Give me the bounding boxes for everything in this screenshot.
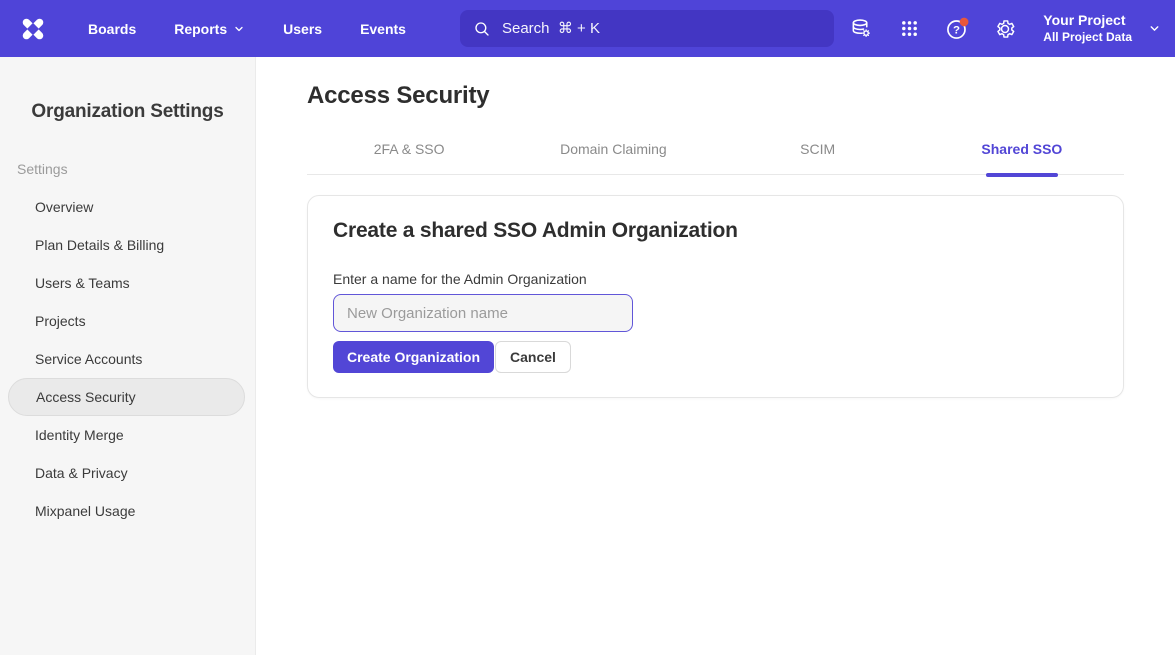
org-name-field-label: Enter a name for the Admin Organization [333,271,1098,287]
settings-gear-icon[interactable] [985,9,1025,49]
create-organization-button[interactable]: Create Organization [333,341,494,373]
nav-item-boards[interactable]: Boards [88,21,136,37]
sidebar-item-service-accounts[interactable]: Service Accounts [0,340,255,378]
tab-scim[interactable]: SCIM [716,141,920,174]
shared-sso-card: Create a shared SSO Admin Organization E… [307,195,1124,398]
sidebar-item-access-security[interactable]: Access Security [8,378,245,416]
nav-item-reports[interactable]: Reports [174,21,245,37]
sidebar-item-data-privacy[interactable]: Data & Privacy [0,454,255,492]
nav-item-events[interactable]: Events [360,21,406,37]
chevron-down-icon [1148,22,1161,35]
navbar-actions: ? Your Project All Project Data [841,9,1161,49]
apps-grid-icon[interactable] [889,9,929,49]
data-management-icon[interactable] [841,9,881,49]
primary-nav: Boards Reports Users Events [88,21,406,37]
sidebar-item-plan-details-billing[interactable]: Plan Details & Billing [0,226,255,264]
nav-item-reports-label: Reports [174,21,227,37]
card-title: Create a shared SSO Admin Organization [333,219,1098,243]
top-navbar: Boards Reports Users Events [0,0,1175,57]
project-switcher[interactable]: Your Project All Project Data [1043,12,1161,46]
org-name-input[interactable] [333,294,633,332]
access-security-tabs: 2FA & SSO Domain Claiming SCIM Shared SS… [307,141,1124,175]
page-title: Access Security [307,82,1124,110]
sidebar-item-users-teams[interactable]: Users & Teams [0,264,255,302]
svg-text:?: ? [953,25,960,37]
sidebar-items: Overview Plan Details & Billing Users & … [0,188,255,530]
mixpanel-logo-icon [19,15,47,43]
project-name: Your Project [1043,12,1132,30]
sidebar-item-mixpanel-usage[interactable]: Mixpanel Usage [0,492,255,530]
sidebar-section-label: Settings [17,161,255,177]
help-icon[interactable]: ? [937,9,977,49]
card-actions: Create Organization Cancel [333,341,1098,373]
sidebar-item-projects[interactable]: Projects [0,302,255,340]
sidebar-title: Organization Settings [0,101,255,123]
settings-sidebar: Organization Settings Settings Overview … [0,57,256,655]
tab-shared-sso[interactable]: Shared SSO [920,141,1124,174]
chevron-down-icon [233,23,245,35]
global-search[interactable] [460,10,834,47]
cancel-button[interactable]: Cancel [495,341,571,373]
notification-dot [959,18,968,27]
search-icon [473,20,491,38]
tab-2fa-sso[interactable]: 2FA & SSO [307,141,511,174]
sidebar-item-overview[interactable]: Overview [0,188,255,226]
sidebar-item-identity-merge[interactable]: Identity Merge [0,416,255,454]
nav-item-users[interactable]: Users [283,21,322,37]
project-data-scope: All Project Data [1043,30,1132,45]
mixpanel-logo[interactable] [18,14,48,44]
search-input[interactable] [500,19,821,38]
main-content: Access Security 2FA & SSO Domain Claimin… [256,57,1175,655]
tab-domain-claiming[interactable]: Domain Claiming [511,141,715,174]
